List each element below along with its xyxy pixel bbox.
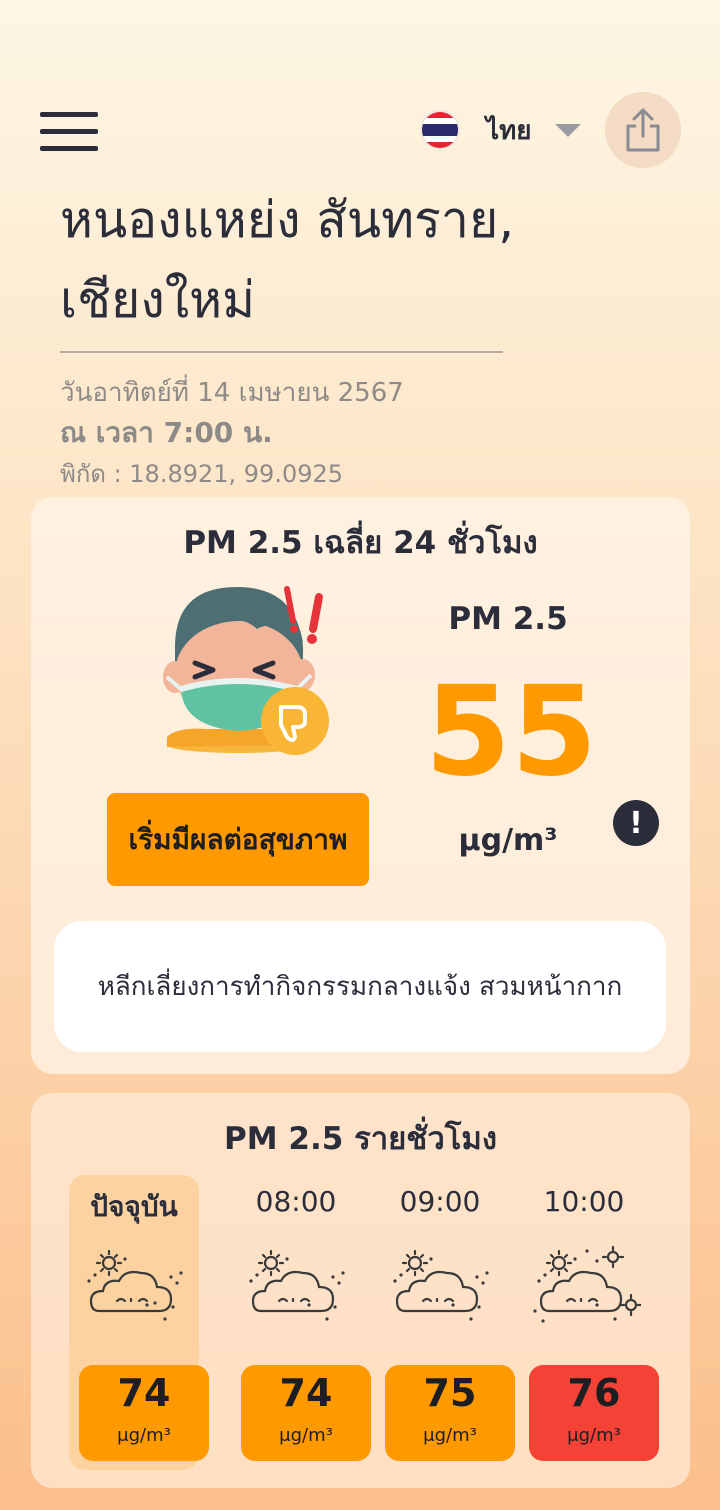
hour-value-badge: 74 μg/m³ <box>241 1365 371 1461</box>
hour-label: 09:00 <box>399 1185 481 1218</box>
hour-column-0800[interactable]: 08:00 74 μg/m³ <box>231 1175 371 1470</box>
hour-column-0900[interactable]: 09:00 75 μg/m³ <box>375 1175 515 1470</box>
pm25-value: 55 <box>424 660 598 804</box>
date-text: วันอาทิตย์ที่ 14 เมษายน 2567 <box>60 378 404 408</box>
location-title: หนองแหย่ง สันทราย, เชียงใหม่ <box>60 191 515 329</box>
pm25-unit: μg/m³ <box>458 823 558 858</box>
menu-icon[interactable] <box>40 112 98 152</box>
hour-label: 10:00 <box>543 1185 625 1218</box>
cloud-sun-dust-icon <box>533 1245 641 1323</box>
hour-value-badge: 76 μg/m³ <box>529 1365 659 1461</box>
cloud-sun-dust-icon <box>393 1249 489 1321</box>
hour-unit: μg/m³ <box>567 1425 621 1446</box>
hourly-card-title: PM 2.5 รายชั่วโมง <box>224 1121 497 1157</box>
cloud-sun-dust-icon <box>249 1249 345 1321</box>
hour-column-current[interactable]: ปัจจุบัน 74 μg/m³ <box>69 1175 209 1470</box>
share-icon <box>626 108 660 152</box>
hour-value: 74 <box>117 1371 171 1415</box>
hour-label: ปัจจุบัน <box>90 1190 178 1223</box>
language-label: ไทย <box>486 115 532 146</box>
hour-unit: μg/m³ <box>117 1425 171 1446</box>
hourly-pm25-card: PM 2.5 รายชั่วโมง ปัจจุบัน 74 μg/m³ 08:0… <box>31 1093 690 1488</box>
pollutant-label: PM 2.5 <box>448 601 568 637</box>
chevron-down-icon <box>555 123 582 137</box>
coordinates-text: พิกัด : 18.8921, 99.0925 <box>60 460 344 488</box>
time-text: ณ เวลา 7:00 น. <box>60 416 273 449</box>
language-selector[interactable]: ไทย <box>420 110 582 150</box>
daily-card-title: PM 2.5 เฉลี่ย 24 ชั่วโมง <box>183 525 538 561</box>
hour-value: 75 <box>423 1371 477 1415</box>
hour-value-badge: 74 μg/m³ <box>79 1365 209 1461</box>
hour-value: 76 <box>567 1371 621 1415</box>
hour-unit: μg/m³ <box>423 1425 477 1446</box>
share-button[interactable] <box>605 92 681 168</box>
divider <box>60 351 503 353</box>
hour-unit: μg/m³ <box>279 1425 333 1446</box>
health-status-badge[interactable]: เริ่มมีผลต่อสุขภาพ <box>107 793 369 886</box>
masked-face-mascot-icon <box>163 586 329 755</box>
thailand-flag-icon <box>420 110 460 150</box>
info-icon[interactable]: ! <box>613 800 659 846</box>
hour-value: 74 <box>279 1371 333 1415</box>
daily-pm25-card: PM 2.5 เฉลี่ย 24 ชั่วโมง เริ่มมีผลต่อสุข… <box>31 497 690 1074</box>
advice-box: หลีกเลี่ยงการทำกิจกรรมกลางแจ้ง สวมหน้ากา… <box>54 921 666 1052</box>
hour-column-1000[interactable]: 10:00 76 μg/m³ <box>519 1175 659 1470</box>
top-bar: ไทย <box>0 92 720 168</box>
advice-text: หลีกเลี่ยงการทำกิจกรรมกลางแจ้ง สวมหน้ากา… <box>97 972 623 1002</box>
hour-value-badge: 75 μg/m³ <box>385 1365 515 1461</box>
cloud-sun-dust-icon <box>87 1249 183 1321</box>
hour-label: 08:00 <box>255 1185 337 1218</box>
